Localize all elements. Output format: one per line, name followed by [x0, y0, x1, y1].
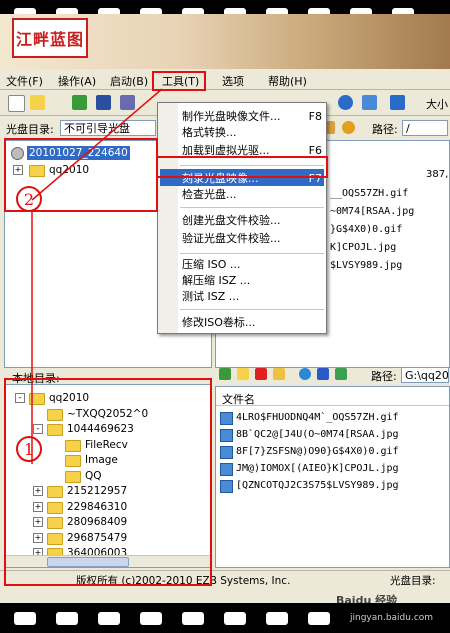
- film-strip-bottom: jingyan.baidu.com: [0, 603, 450, 633]
- app-window: 江畔蓝图 文件(F) 操作(A) 启动(B) 工具(T) 选项 帮助(H) 大小…: [0, 14, 450, 606]
- watermark-url: jingyan.baidu.com: [350, 613, 434, 623]
- annotation-line-2: [31, 88, 163, 201]
- annotation-lines: [31, 88, 163, 464]
